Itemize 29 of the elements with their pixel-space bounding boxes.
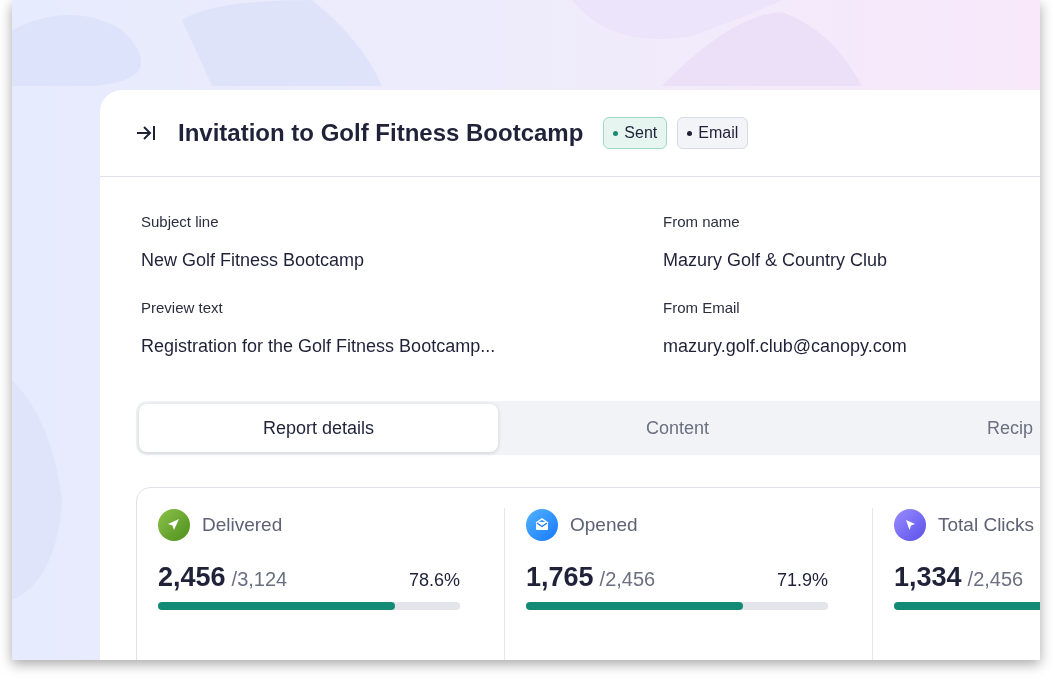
stat-value: 2,456 [158,562,226,592]
stat-label: Opened [570,512,638,537]
stat-value: 1,765 [526,562,594,592]
stat-value: 1,334 [894,562,962,592]
stat-percent: 78.6% [408,569,460,592]
envelope-icon [526,509,558,541]
page-title: Invitation to Golf Fitness Bootcamp [178,118,584,148]
tab[interactable]: Report details [139,404,498,452]
field-label: Preview text [141,299,223,317]
status-badge: Sent [603,117,668,149]
collapse-icon[interactable] [136,124,156,142]
field-value: New Golf Fitness Bootcamp [141,249,365,271]
status-badge: Email [677,117,749,149]
tab[interactable]: Recip [857,404,1040,452]
field-label: From name [663,213,740,231]
tab[interactable]: Content [498,404,857,452]
field-value: Registration for the Golf Fitness Bootcamp... [141,335,496,357]
field-label: Subject line [141,213,219,231]
field-value: Mazury Golf & Country Club [663,249,888,271]
stat-label: Delivered [202,512,283,537]
stat-total: /3,124 [231,567,288,592]
paper-plane-icon [158,509,190,541]
cursor-icon [894,509,926,541]
stat-percent: 71.9% [776,569,828,592]
stat-total: /2,456 [967,567,1024,592]
stat-label: Total Clicks [938,512,1035,537]
field-label: From Email [663,299,740,317]
field-value: mazury.golf.club@canopy.com [663,335,907,357]
stat-total: /2,456 [599,567,656,592]
